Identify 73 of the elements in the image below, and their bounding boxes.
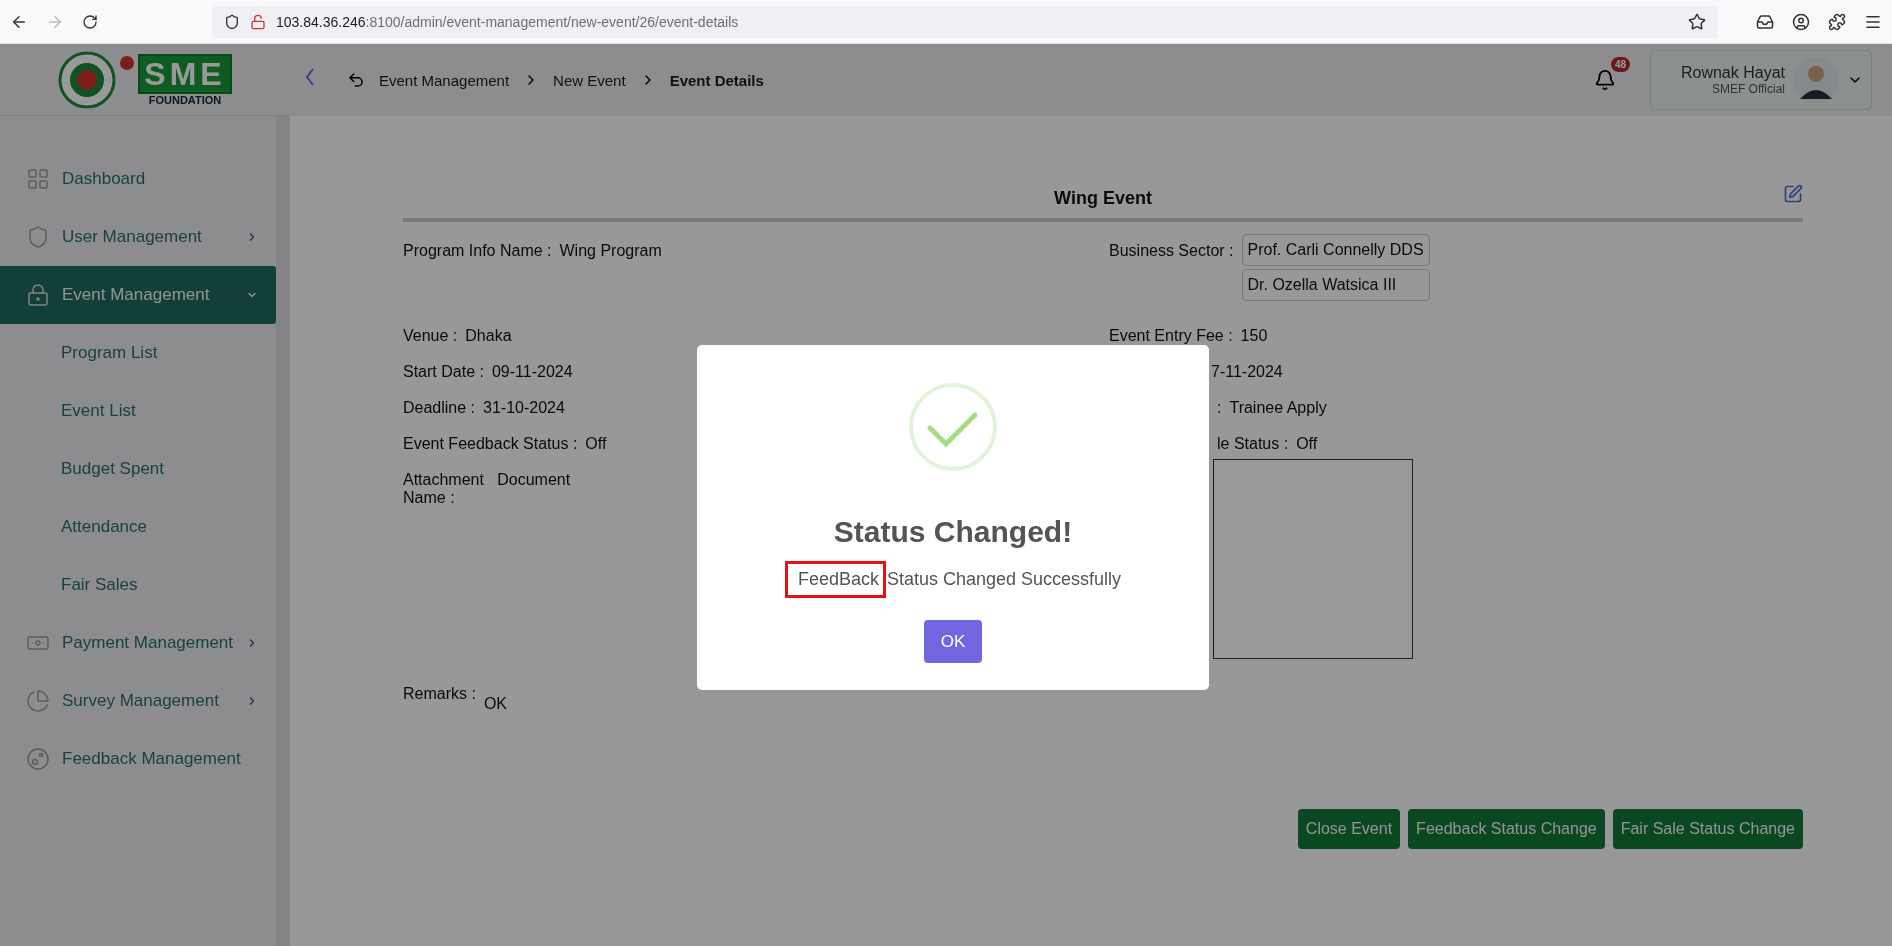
bookmark-star-icon[interactable] bbox=[1688, 12, 1706, 31]
field-label: : bbox=[1217, 399, 1222, 417]
bell-icon[interactable] bbox=[1594, 69, 1616, 91]
user-menu[interactable]: Rownak Hayat SMEF Official bbox=[1650, 50, 1872, 110]
pie-chart-icon bbox=[26, 689, 50, 713]
field-label: Start Date : bbox=[403, 363, 484, 381]
success-check-icon bbox=[909, 383, 997, 471]
field-value: Dhaka bbox=[465, 327, 512, 345]
field-value: Trainee Apply bbox=[1229, 399, 1327, 417]
shield-icon bbox=[26, 225, 50, 249]
grid-icon bbox=[26, 167, 50, 191]
field-value: Off bbox=[1296, 435, 1318, 453]
sidebar-subitem[interactable]: Event List bbox=[0, 382, 276, 440]
sidebar-subitem[interactable]: Fair Sales bbox=[0, 556, 276, 614]
event-title: Wing Event bbox=[1054, 187, 1152, 209]
field-value: Off bbox=[585, 435, 607, 453]
reload-icon[interactable] bbox=[82, 13, 98, 30]
lock-icon bbox=[26, 283, 50, 307]
action-button[interactable]: Feedback Status Change bbox=[1408, 809, 1605, 849]
url-host: 103.84.36.246 bbox=[276, 13, 366, 30]
breadcrumb-link[interactable]: New Event bbox=[553, 71, 626, 89]
field-label: Deadline : bbox=[403, 399, 476, 417]
circle-dots-icon bbox=[26, 747, 50, 771]
sidebar-subitem[interactable]: Program List bbox=[0, 324, 276, 382]
breadcrumb-link[interactable]: Event Management bbox=[379, 71, 510, 89]
sidebar-item[interactable]: Payment Management bbox=[0, 614, 276, 672]
user-role: SMEF Official bbox=[1711, 82, 1785, 96]
field-label: le Status : bbox=[1217, 435, 1289, 453]
edit-icon[interactable] bbox=[1783, 184, 1803, 204]
field-label: Venue : bbox=[403, 327, 458, 345]
field-label: Event Entry Fee : bbox=[1109, 327, 1233, 345]
account-icon[interactable] bbox=[1792, 12, 1810, 31]
sidebar-item[interactable]: Survey Management bbox=[0, 672, 276, 730]
sector-tag: Prof. Carli Connelly DDS bbox=[1241, 234, 1430, 266]
sidebar-subitem[interactable]: Budget Spent bbox=[0, 440, 276, 498]
field-label: Attachment Document Name : bbox=[403, 471, 572, 507]
field-value: 31-10-2024 bbox=[483, 399, 565, 417]
sidebar-item[interactable]: User Management bbox=[0, 208, 276, 266]
address-bar[interactable]: 103.84.36.246:8100/admin/event-management/new-event/26/event-details bbox=[212, 5, 1718, 38]
modal-title: Status Changed! bbox=[833, 515, 1073, 549]
highlighted-word: FeedBack bbox=[784, 561, 886, 598]
logo-letters: SME bbox=[138, 53, 232, 94]
sector-tag: Dr. Ozella Watsica III bbox=[1241, 269, 1430, 301]
field-label: Event Feedback Status : bbox=[403, 435, 578, 453]
ok-button[interactable]: OK bbox=[924, 620, 982, 663]
field-label: Program Info Name : bbox=[403, 242, 552, 260]
notification-badge: 48 bbox=[1610, 57, 1630, 72]
action-button[interactable]: Fair Sale Status Change bbox=[1612, 809, 1803, 849]
field-value: 7-11-2024 bbox=[1211, 363, 1283, 381]
emblem-icon bbox=[58, 50, 117, 109]
logo-dot-icon bbox=[120, 56, 135, 70]
sidebar-subitem[interactable]: Attendance bbox=[0, 498, 276, 556]
field-value: 150 bbox=[1240, 327, 1268, 345]
url-path: :8100/admin/event-management/new-event/26/event-details bbox=[365, 13, 739, 30]
lock-icon bbox=[250, 13, 266, 30]
avatar-icon bbox=[1793, 57, 1839, 103]
extensions-icon[interactable] bbox=[1828, 12, 1846, 31]
shield-icon bbox=[224, 13, 240, 30]
user-name: Rownak Hayat bbox=[1680, 64, 1785, 82]
inbox-icon[interactable] bbox=[1756, 12, 1774, 31]
sidebar-item[interactable]: Dashboard bbox=[0, 150, 276, 208]
collapse-chevron-icon[interactable] bbox=[305, 67, 315, 87]
action-button[interactable]: Close Event bbox=[1297, 809, 1401, 849]
sidebar-item[interactable]: Event Management bbox=[0, 266, 276, 324]
logo-subtitle: FOUNDATION bbox=[148, 93, 222, 106]
field-label: Business Sector : bbox=[1109, 242, 1234, 260]
field-label: Remarks : bbox=[403, 685, 476, 704]
modal-message: Status Changed Successfully bbox=[886, 569, 1122, 590]
field-value: Wing Program bbox=[559, 242, 662, 260]
field-value: OK bbox=[483, 695, 508, 713]
back-arrow-icon[interactable] bbox=[347, 71, 365, 89]
field-value: 09-11-2024 bbox=[491, 363, 573, 381]
sidebar-item[interactable]: Feedback Management bbox=[0, 730, 276, 788]
